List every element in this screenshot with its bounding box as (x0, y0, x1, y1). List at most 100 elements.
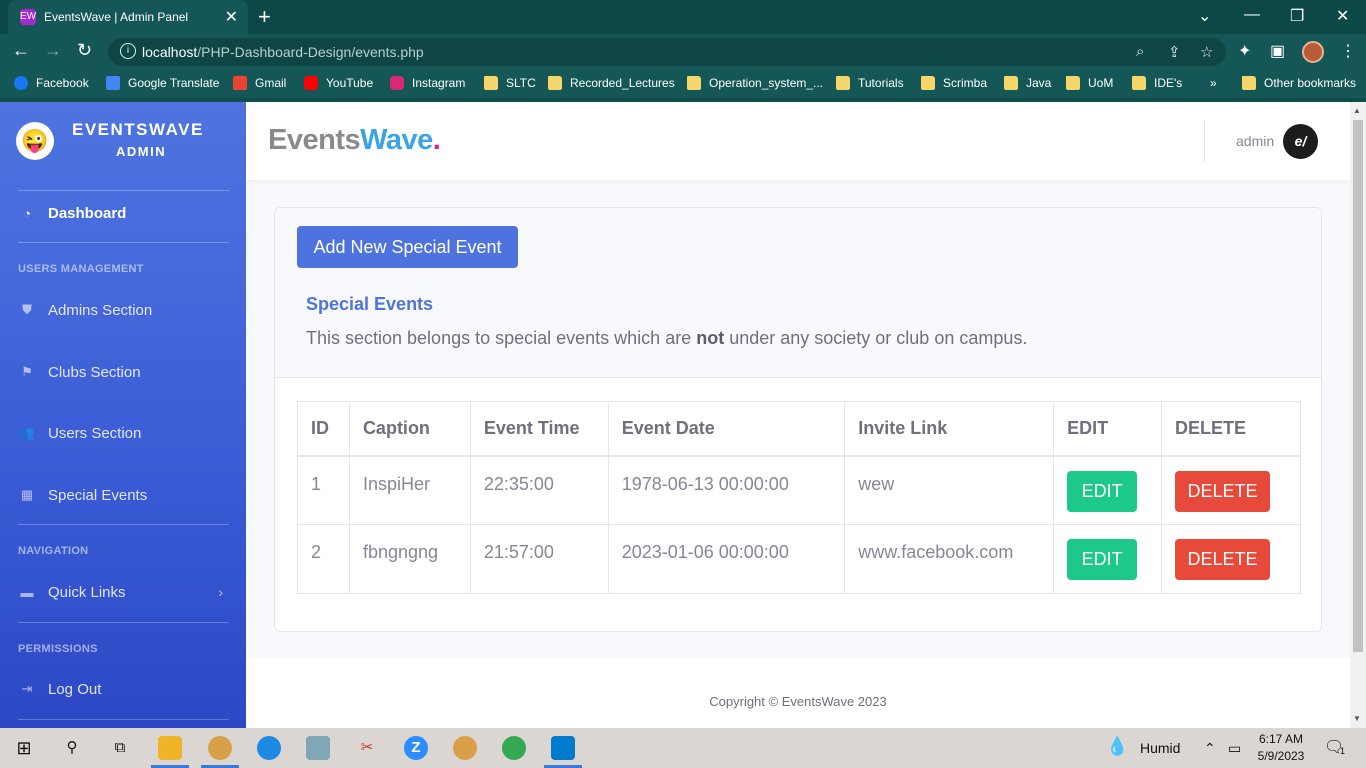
delete-button[interactable]: DELETE (1175, 539, 1271, 580)
vscode-icon[interactable] (551, 736, 575, 760)
sidebar-item-quick-links[interactable]: ▬ Quick Links › (18, 580, 229, 604)
chrome-profile-icon[interactable] (208, 736, 232, 760)
sidebar: 😜 EVENTSWAVE ADMIN ◔ Dashboard USERS MAN… (0, 102, 246, 728)
close-tab-icon[interactable]: ✕ (225, 7, 238, 27)
chrome-icon[interactable] (502, 736, 526, 760)
zoom-icon[interactable]: ⌕ (1136, 43, 1144, 60)
search-icon[interactable]: ⚲ (60, 736, 84, 760)
add-special-event-button[interactable]: Add New Special Event (297, 226, 518, 268)
profile-avatar[interactable] (1302, 41, 1324, 63)
sidebar-brand[interactable]: 😜 EVENTSWAVE ADMIN (16, 118, 230, 174)
back-icon[interactable]: ← (12, 40, 30, 61)
sidebar-item-special-events[interactable]: ▦ Special Events (18, 483, 229, 507)
table-row: 1 InspiHer 22:35:00 1978-06-13 00:00:00 … (297, 455, 1301, 525)
edge-icon[interactable] (257, 736, 281, 760)
bookmark-ides[interactable]: IDE's (1132, 76, 1182, 90)
events-table: ID Caption Event Time Event Date Invite … (297, 401, 1301, 594)
scrollbar-thumb[interactable] (1353, 120, 1363, 652)
bookmark-scrimba[interactable]: Scrimba (921, 76, 987, 90)
edit-button[interactable]: EDIT (1067, 539, 1138, 580)
side-panel-icon[interactable]: ▣ (1270, 41, 1285, 61)
bookmark-recorded-lectures[interactable]: Recorded_Lectures (548, 76, 675, 90)
browser-tab[interactable]: EW EventsWave | Admin Panel ✕ (8, 0, 248, 34)
sidebar-item-label: Special Events (48, 486, 148, 504)
extensions-icon[interactable]: ✦ (1238, 41, 1251, 61)
site-info-icon[interactable]: i (120, 43, 136, 59)
sidebar-divider (18, 622, 229, 623)
weather-label[interactable]: Humid (1140, 740, 1180, 756)
instagram-icon (390, 76, 404, 90)
section-title: Special Events (306, 294, 434, 314)
column-header-id: ID (297, 401, 350, 457)
folder-icon: ▬ (20, 584, 34, 600)
delete-button[interactable]: DELETE (1175, 470, 1271, 512)
zoom-app-icon[interactable]: Z (404, 736, 428, 760)
edit-button[interactable]: EDIT (1067, 470, 1138, 512)
user-avatar[interactable]: e/ (1283, 124, 1318, 159)
windows-taskbar: ⊞ ⚲ ⧉ ✂ Z 💧 Humid ⌃ ▭ 6:17 AM 5/9/2023 🗨… (0, 728, 1366, 768)
sidebar-heading-navigation: NAVIGATION (18, 545, 89, 557)
network-icon[interactable]: ▭ (1228, 740, 1241, 757)
snipping-tool-icon[interactable]: ✂ (355, 736, 379, 760)
forward-icon[interactable]: → (44, 40, 62, 61)
cell-edit: EDIT (1053, 455, 1163, 525)
task-view-icon[interactable]: ⧉ (108, 736, 132, 760)
bookmark-java[interactable]: Java (1004, 76, 1051, 90)
browser-toolbar: ← → ↻ i localhost/PHP-Dashboard-Design/e… (0, 34, 1366, 70)
bookmark-star-icon[interactable]: ☆ (1200, 43, 1213, 61)
folder-icon (1004, 76, 1018, 90)
clock-time: 6:17 AM (1258, 732, 1304, 746)
sidebar-item-label: Clubs Section (48, 363, 141, 381)
weather-icon[interactable]: 💧 (1106, 736, 1128, 757)
address-bar[interactable]: i localhost/PHP-Dashboard-Design/events.… (108, 38, 1226, 66)
system-clock[interactable]: 6:17 AM 5/9/2023 (1254, 731, 1308, 765)
bookmarks-overflow-icon[interactable]: » (1210, 76, 1217, 90)
wink-face-icon: 😜 (16, 122, 54, 160)
page-scrollbar[interactable]: ▲ ▼ (1350, 102, 1366, 728)
bookmark-operation-system[interactable]: Operation_system_... (687, 76, 823, 90)
sidebar-item-label: Admins Section (48, 301, 153, 319)
cell-event-time: 22:35:00 (469, 455, 609, 525)
url-text: localhost/PHP-Dashboard-Design/events.ph… (142, 44, 424, 60)
notepad-icon[interactable] (306, 736, 330, 760)
minimize-icon[interactable]: — (1244, 6, 1260, 24)
file-explorer-icon[interactable] (158, 736, 182, 760)
notification-count-badge: 1 (1340, 746, 1346, 756)
folder-icon (836, 76, 850, 90)
sidebar-item-logout[interactable]: ⇥ Log Out (18, 677, 229, 701)
users-icon: 👥 (18, 425, 36, 440)
window-close-icon[interactable]: ✕ (1336, 6, 1349, 26)
bookmark-gmail[interactable]: Gmail (233, 76, 286, 90)
bookmark-uom[interactable]: UoM (1066, 76, 1113, 90)
sidebar-item-clubs[interactable]: ⚑ Clubs Section (18, 360, 229, 384)
special-events-card: Add New Special Event Special Events Thi… (274, 207, 1322, 632)
browser-menu-icon[interactable]: ⋮ (1340, 41, 1356, 61)
bookmark-instagram[interactable]: Instagram (390, 76, 465, 90)
copyright-text: Copyright © EventsWave 2023 (709, 694, 887, 709)
sidebar-item-admins[interactable]: ⛊ Admins Section (18, 298, 229, 322)
restore-icon[interactable]: ❐ (1290, 6, 1304, 26)
bookmark-other[interactable]: Other bookmarks (1242, 76, 1356, 90)
tray-overflow-icon[interactable]: ⌃ (1204, 740, 1216, 757)
youtube-icon (304, 76, 318, 90)
sidebar-item-users[interactable]: 👥 Users Section (18, 421, 229, 445)
scroll-down-icon[interactable]: ▼ (1353, 714, 1361, 723)
sidebar-divider (18, 242, 229, 243)
bookmark-tutorials[interactable]: Tutorials (836, 76, 904, 90)
chrome-profile-2-icon[interactable] (453, 736, 477, 760)
bookmark-sltc[interactable]: SLTC (484, 76, 536, 90)
username-label[interactable]: admin (1236, 133, 1274, 149)
scroll-up-icon[interactable]: ▲ (1353, 106, 1361, 115)
share-icon[interactable]: ⇪ (1168, 43, 1181, 61)
sidebar-item-dashboard[interactable]: ◔ Dashboard (18, 201, 229, 225)
site-logo[interactable]: EventsWave. (268, 124, 441, 157)
sidebar-item-label: Users Section (48, 424, 142, 442)
bookmark-facebook[interactable]: Facebook (14, 76, 89, 90)
reload-icon[interactable]: ↻ (77, 40, 92, 61)
new-tab-icon[interactable]: + (258, 4, 271, 30)
tab-search-icon[interactable]: ⌄ (1198, 6, 1211, 26)
google-translate-icon (106, 76, 120, 90)
windows-start-icon[interactable]: ⊞ (12, 736, 36, 760)
bookmark-google-translate[interactable]: Google Translate (106, 76, 219, 90)
bookmark-youtube[interactable]: YouTube (304, 76, 373, 90)
